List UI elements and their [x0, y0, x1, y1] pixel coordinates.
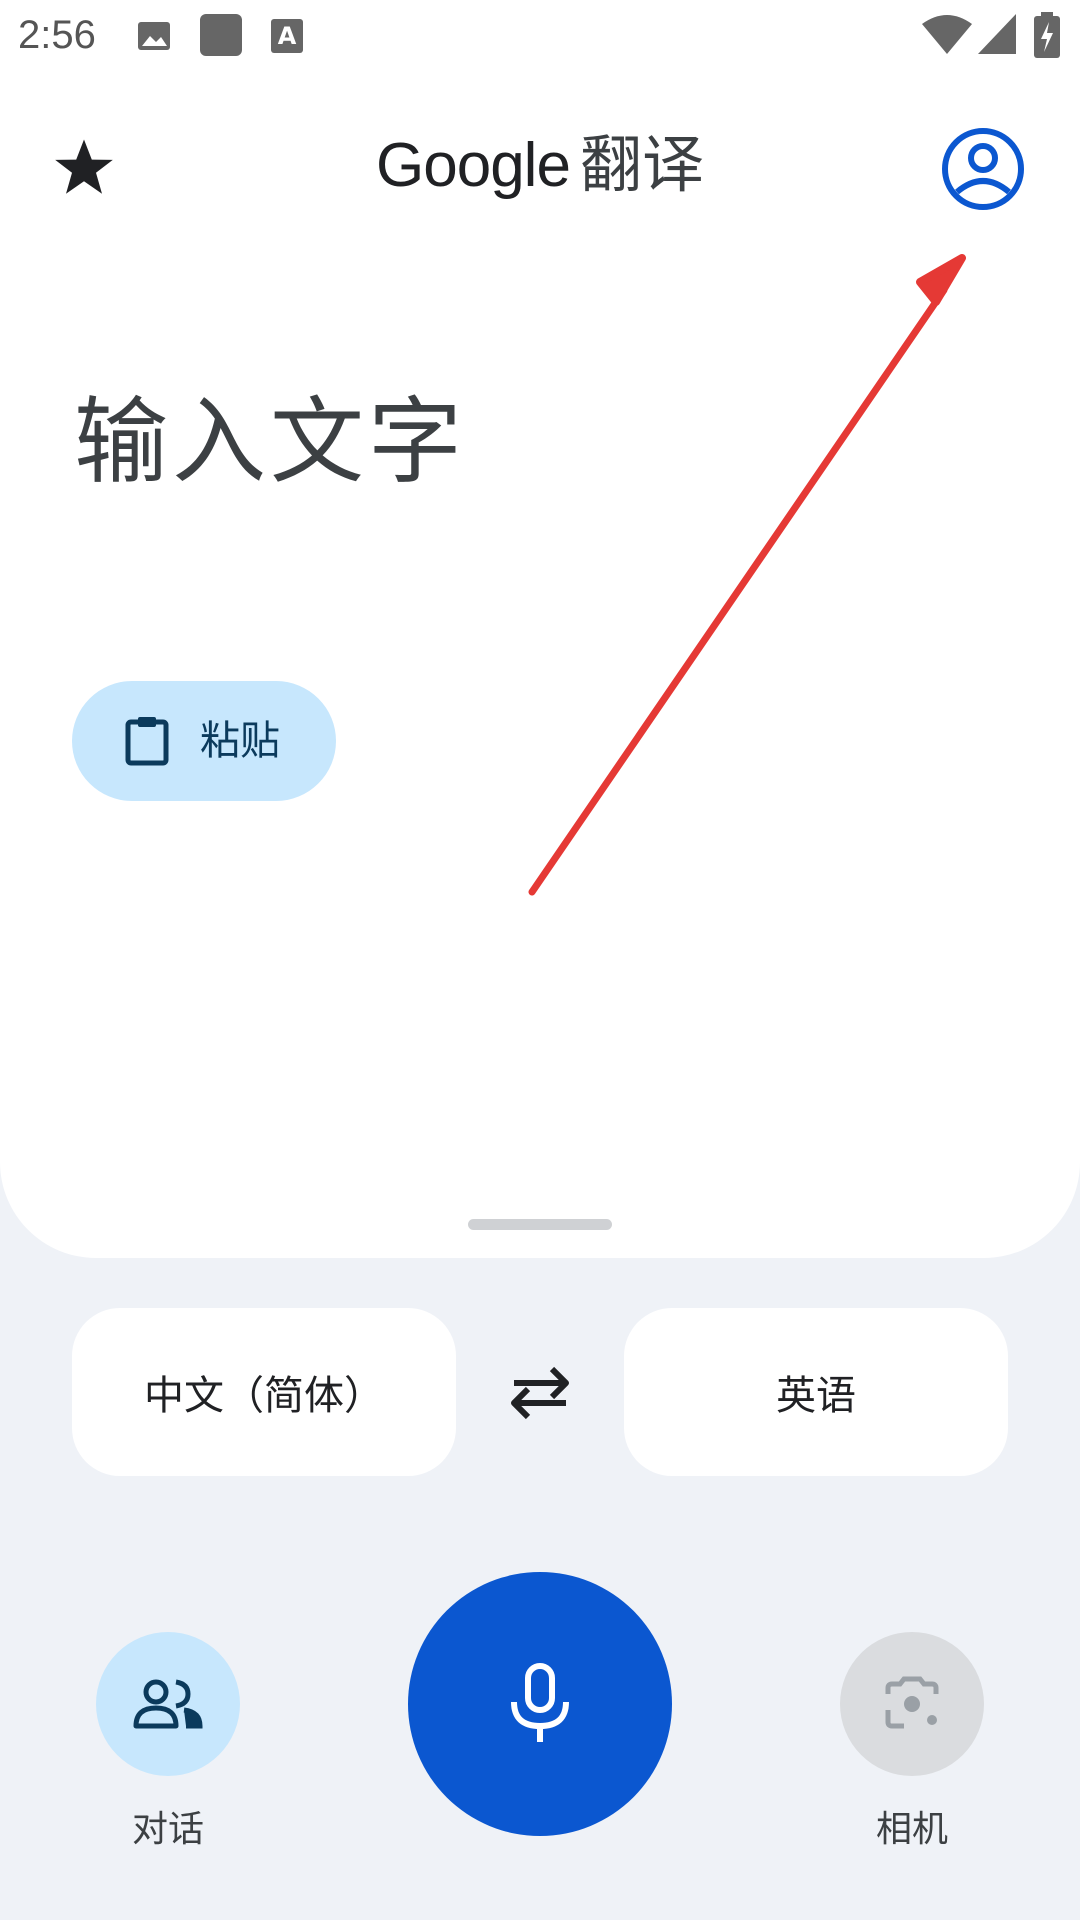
camera-button[interactable]	[840, 1632, 984, 1776]
conversation-label: 对话	[131, 1809, 204, 1850]
swap-languages-button[interactable]	[506, 1363, 574, 1423]
source-language-label: 中文（简体）	[144, 1373, 384, 1419]
source-language-button[interactable]: 中文（简体）	[72, 1308, 456, 1476]
camera-lens-icon	[885, 1676, 939, 1729]
swap-arrows-icon	[511, 1366, 569, 1420]
drag-handle[interactable]	[468, 1219, 612, 1230]
conversation-button[interactable]	[96, 1632, 240, 1776]
microphone-icon	[511, 1663, 569, 1742]
voice-input-button[interactable]	[408, 1572, 672, 1836]
target-language-button[interactable]: 英语	[624, 1308, 1008, 1476]
camera-label: 相机	[875, 1809, 948, 1850]
target-language-label: 英语	[776, 1373, 856, 1419]
people-icon	[133, 1679, 203, 1729]
